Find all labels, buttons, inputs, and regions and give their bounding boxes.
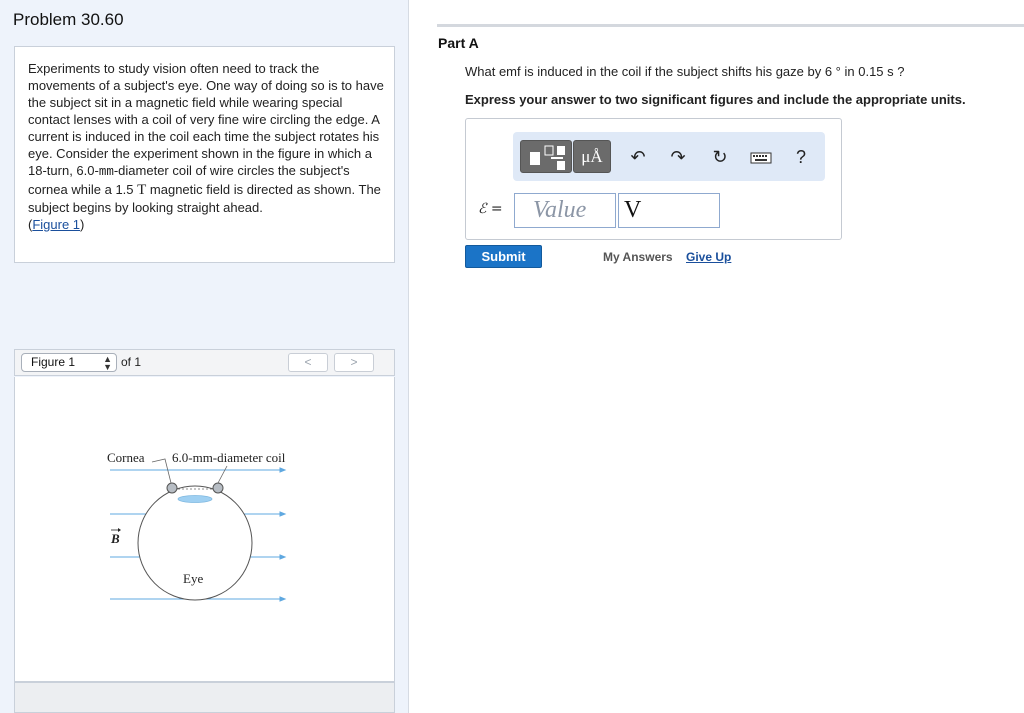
prev-figure-button[interactable]: < [288, 353, 328, 372]
cornea-label: Cornea [107, 450, 145, 465]
templates-button[interactable] [520, 140, 572, 173]
coil-right-cross-section [212, 482, 224, 494]
give-up-link[interactable]: Give Up [686, 250, 731, 264]
coil-left-cross-section [166, 482, 178, 494]
value-input[interactable]: Value [514, 193, 616, 228]
figure-panel: Cornea 6.0-mm-diameter coil B Eye [14, 377, 395, 682]
figure-count: of 1 [121, 355, 142, 369]
coil-label: 6.0-mm-diameter coil [172, 450, 286, 465]
figure-link-close: ) [80, 217, 85, 232]
contact-lens [177, 495, 213, 503]
submit-button[interactable]: Submit [465, 245, 542, 268]
question-text: What emf is induced in the coil if the s… [465, 64, 905, 79]
eye-coil-diagram: Cornea 6.0-mm-diameter coil B Eye [107, 450, 287, 602]
emf-label: ℰ = [478, 201, 503, 217]
help-icon[interactable]: ? [790, 146, 812, 168]
instruction-text: Express your answer to two significant f… [465, 92, 966, 107]
reset-icon[interactable]: ↻ [709, 146, 731, 168]
undo-icon[interactable]: ↶ [627, 146, 649, 168]
keyboard-icon[interactable] [750, 146, 772, 168]
eye-label: Eye [183, 571, 203, 586]
next-figure-button[interactable]: > [334, 353, 374, 372]
answer-box: μÅ ↶ ↷ ↻ ? ℰ = Value V [465, 118, 842, 240]
templates-icon [530, 145, 565, 170]
emf-symbol: ℰ = [478, 201, 503, 217]
part-divider [437, 24, 1024, 27]
problem-pane: Problem 30.60 Experiments to study visio… [0, 0, 409, 713]
units-button[interactable]: μÅ [573, 140, 611, 173]
equation-toolbar: μÅ ↶ ↷ ↻ ? [513, 132, 825, 181]
figure-select-value: Figure 1 [31, 355, 76, 369]
keyboard-icon-svg [750, 152, 772, 164]
unit-mm: mm [98, 165, 114, 179]
problem-title: Problem 30.60 [13, 10, 124, 29]
field-label: B [110, 531, 120, 546]
my-answers-link[interactable]: My Answers [603, 250, 673, 264]
figure-footer [14, 682, 395, 713]
part-title: Part A [438, 35, 479, 51]
figure-toolbar: Figure 1 ▲ ▼ of 1 < > [14, 349, 395, 376]
figure-link[interactable]: Figure 1 [32, 217, 80, 232]
select-arrows-icon: ▲ ▼ [103, 354, 112, 372]
units-input[interactable]: V [618, 193, 720, 228]
cornea-leader-line [151, 458, 172, 484]
figure-select[interactable]: Figure 1 ▲ ▼ [21, 353, 117, 372]
coil-leader-line [217, 465, 228, 484]
problem-text: Experiments to study vision often need t… [28, 61, 384, 178]
redo-icon[interactable]: ↷ [667, 146, 689, 168]
unit-tesla: T [137, 182, 147, 198]
problem-statement: Experiments to study vision often need t… [14, 46, 395, 263]
